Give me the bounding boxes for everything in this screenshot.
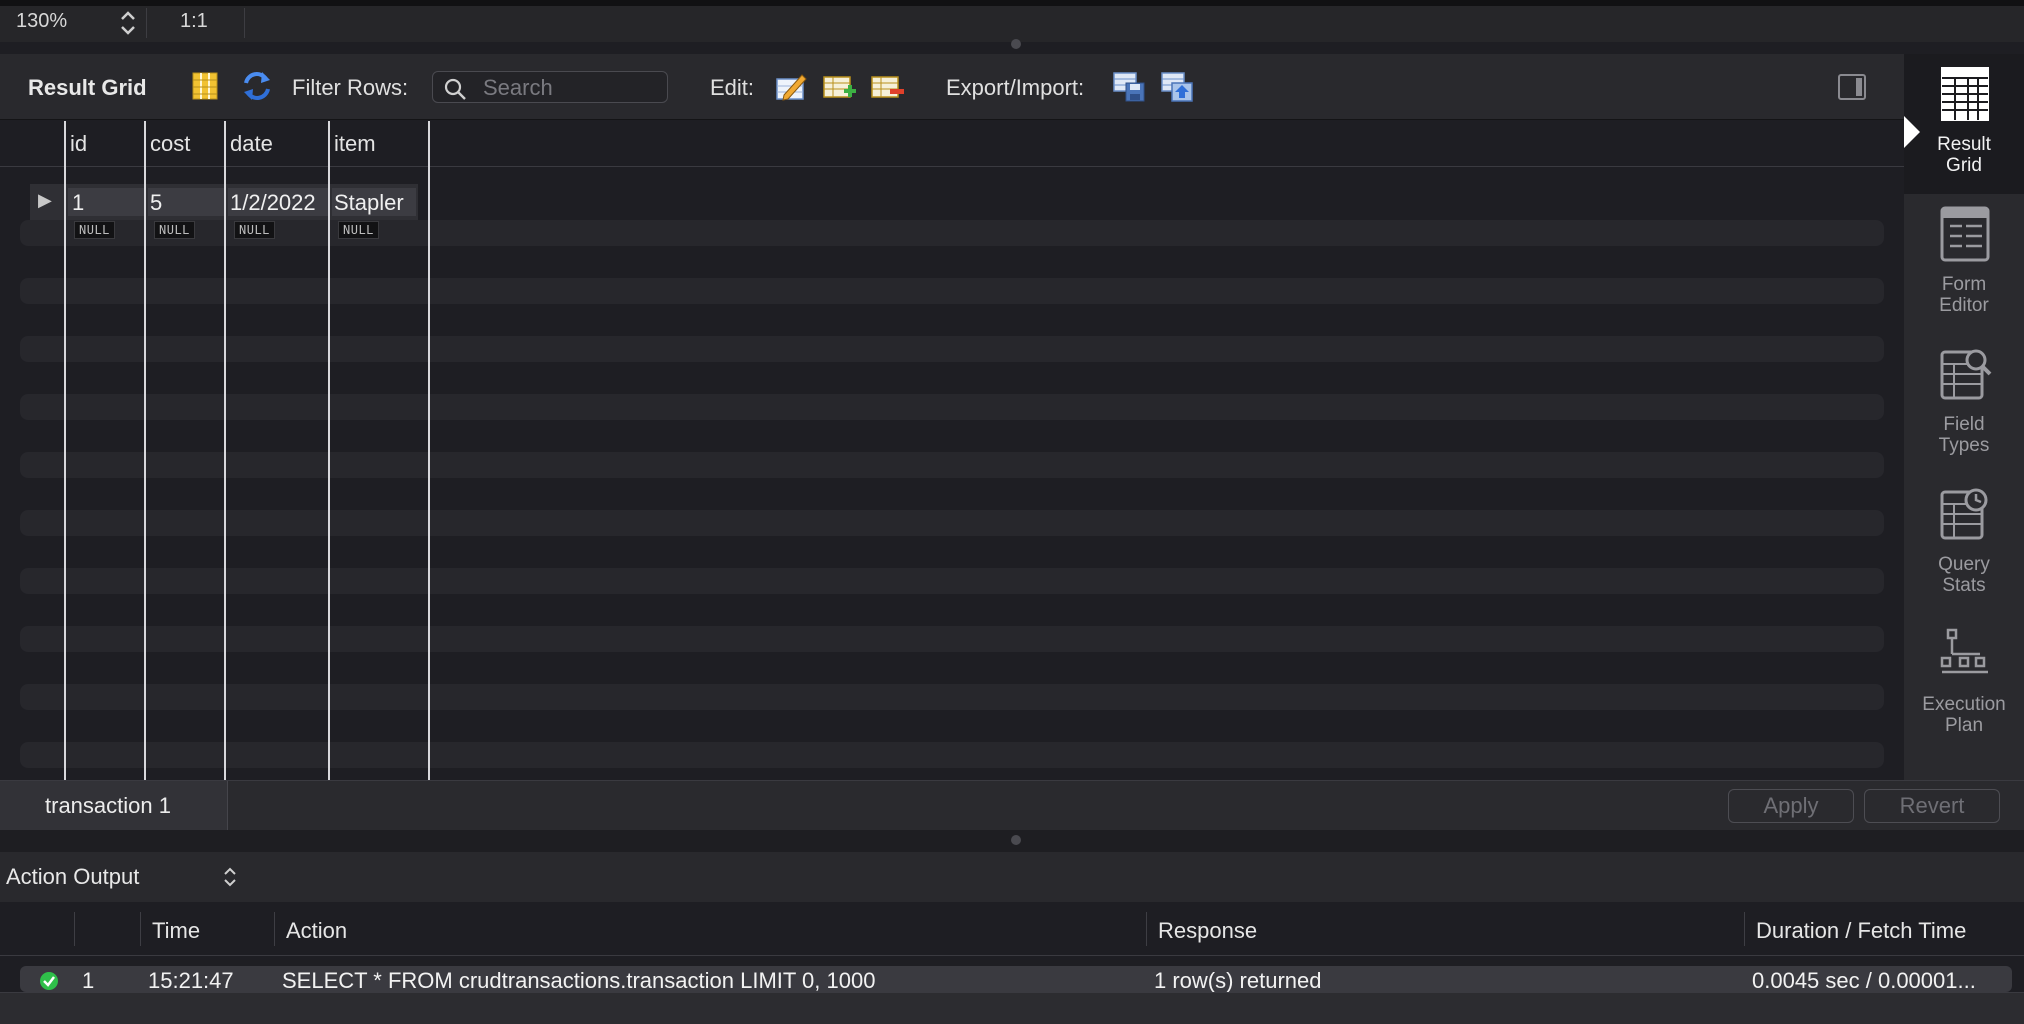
output-row-time: 15:21:47 xyxy=(148,968,234,992)
zoom-level[interactable]: 130% xyxy=(16,10,67,33)
sidetab-execution-plan[interactable]: Execution Plan xyxy=(1904,614,2024,754)
empty-row xyxy=(20,568,1884,594)
form-editor-icon xyxy=(1940,206,1990,262)
empty-row xyxy=(20,742,1884,768)
cell-cost[interactable]: 5 xyxy=(150,190,162,216)
column-header-id[interactable]: id xyxy=(70,131,87,157)
export-import-label: Export/Import: xyxy=(946,75,1085,100)
tab-transaction-1[interactable]: transaction 1 xyxy=(0,781,228,831)
column-divider[interactable] xyxy=(328,121,330,780)
toggle-columns-icon[interactable] xyxy=(188,69,222,103)
output-column-header: Time Action Response Duration / Fetch Ti… xyxy=(0,902,2024,956)
null-cell-date[interactable]: NULL xyxy=(234,221,275,239)
edit-row-icon[interactable] xyxy=(774,69,808,103)
empty-row xyxy=(20,510,1884,536)
column-separator xyxy=(140,912,141,946)
split-handle-icon[interactable] xyxy=(1011,39,1021,49)
column-separator xyxy=(74,912,75,946)
column-header-item[interactable]: item xyxy=(334,131,376,157)
sidetab-label: Form Editor xyxy=(1939,274,1989,316)
result-grid-icon xyxy=(1941,67,1989,121)
zoom-ratio-button[interactable]: 1:1 xyxy=(180,10,208,33)
revert-button[interactable]: Revert xyxy=(1864,789,2000,823)
add-row-icon[interactable] xyxy=(822,69,856,103)
import-icon[interactable] xyxy=(1160,69,1194,103)
null-cell-item[interactable]: NULL xyxy=(338,221,379,239)
cell-id[interactable]: 1 xyxy=(72,190,84,216)
output-header-response[interactable]: Response xyxy=(1158,918,1257,944)
sidetab-label: Execution Plan xyxy=(1922,694,2006,736)
output-header-action[interactable]: Action xyxy=(286,918,347,944)
column-separator xyxy=(1146,912,1147,946)
sidetab-field-types[interactable]: Field Types xyxy=(1904,334,2024,474)
empty-row xyxy=(20,278,1884,304)
empty-row xyxy=(20,684,1884,710)
zoom-bar: 130% 1:1 xyxy=(0,0,2024,42)
sidetab-label: Result Grid xyxy=(1937,134,1991,176)
cell-date[interactable]: 1/2/2022 xyxy=(230,190,316,216)
delete-row-icon[interactable] xyxy=(870,69,904,103)
filter-search-input[interactable] xyxy=(483,75,663,101)
filter-search-box[interactable] xyxy=(432,71,668,103)
field-types-icon xyxy=(1940,349,1992,400)
column-divider[interactable] xyxy=(64,121,66,780)
output-row-number: 1 xyxy=(82,968,95,992)
output-row-action: SELECT * FROM crudtransactions.transacti… xyxy=(282,968,876,992)
output-row-response: 1 row(s) returned xyxy=(1154,968,1322,992)
output-type-select[interactable]: Action Output xyxy=(6,864,139,890)
export-icon[interactable] xyxy=(1112,69,1146,103)
zoom-separator xyxy=(244,8,245,38)
column-separator xyxy=(274,912,275,946)
column-separator xyxy=(1744,912,1745,946)
empty-row xyxy=(20,394,1884,420)
chevron-updown-icon[interactable] xyxy=(222,864,238,890)
null-cell-cost[interactable]: NULL xyxy=(154,221,195,239)
toggle-side-panel-icon[interactable] xyxy=(1838,74,1866,100)
sidetab-form-editor[interactable]: Form Editor xyxy=(1904,194,2024,334)
sidetab-label: Field Types xyxy=(1938,414,1990,456)
sidetab-result-grid[interactable]: Result Grid xyxy=(1904,54,2024,194)
column-header-cost[interactable]: cost xyxy=(150,131,190,157)
output-header-duration[interactable]: Duration / Fetch Time xyxy=(1756,918,1966,944)
column-header-date[interactable]: date xyxy=(230,131,273,157)
cell-item[interactable]: Stapler xyxy=(334,190,404,216)
column-divider[interactable] xyxy=(224,121,226,780)
result-grid-title: Result Grid xyxy=(28,75,147,100)
sidetab-label: Query Stats xyxy=(1938,554,1990,596)
status-bar xyxy=(0,992,2024,1024)
zoom-separator xyxy=(146,8,147,38)
empty-row xyxy=(20,626,1884,652)
filter-rows-label: Filter Rows: xyxy=(292,75,409,100)
split-handle-icon[interactable] xyxy=(1011,835,1021,845)
active-tab-indicator-icon xyxy=(1904,116,1920,148)
result-toolbar: Result Grid Filter Rows: Edit: xyxy=(0,54,1904,120)
result-grid-panel: Result Grid Filter Rows: Edit: xyxy=(0,54,1904,780)
query-stats-icon xyxy=(1940,488,1988,540)
empty-row xyxy=(20,452,1884,478)
grid-header-row: id cost date item xyxy=(0,121,1904,167)
execution-plan-icon xyxy=(1940,628,1988,674)
apply-button[interactable]: Apply xyxy=(1728,789,1854,823)
column-divider[interactable] xyxy=(144,121,146,780)
null-cell-id[interactable]: NULL xyxy=(74,221,115,239)
empty-row xyxy=(20,220,1884,246)
tab-label: transaction 1 xyxy=(45,793,171,818)
edit-label: Edit: xyxy=(710,75,755,100)
refresh-icon[interactable] xyxy=(240,69,274,103)
empty-row xyxy=(20,336,1884,362)
result-tab-bar: transaction 1 Apply Revert xyxy=(0,780,2024,831)
output-header-time[interactable]: Time xyxy=(152,918,200,944)
search-icon xyxy=(444,78,466,100)
output-row-duration: 0.0045 sec / 0.00001... xyxy=(1752,968,1976,992)
side-tab-bar: Result Grid Form Editor Field Types Quer… xyxy=(1904,54,2024,780)
column-divider[interactable] xyxy=(428,121,430,780)
row-pointer-icon: ▶ xyxy=(38,190,52,210)
action-output-header: Action Output xyxy=(0,852,2024,902)
sidetab-query-stats[interactable]: Query Stats xyxy=(1904,474,2024,614)
success-check-icon xyxy=(40,972,58,990)
zoom-stepper-icon[interactable] xyxy=(118,8,138,38)
output-row[interactable]: 1 15:21:47 SELECT * FROM crudtransaction… xyxy=(20,966,2012,992)
